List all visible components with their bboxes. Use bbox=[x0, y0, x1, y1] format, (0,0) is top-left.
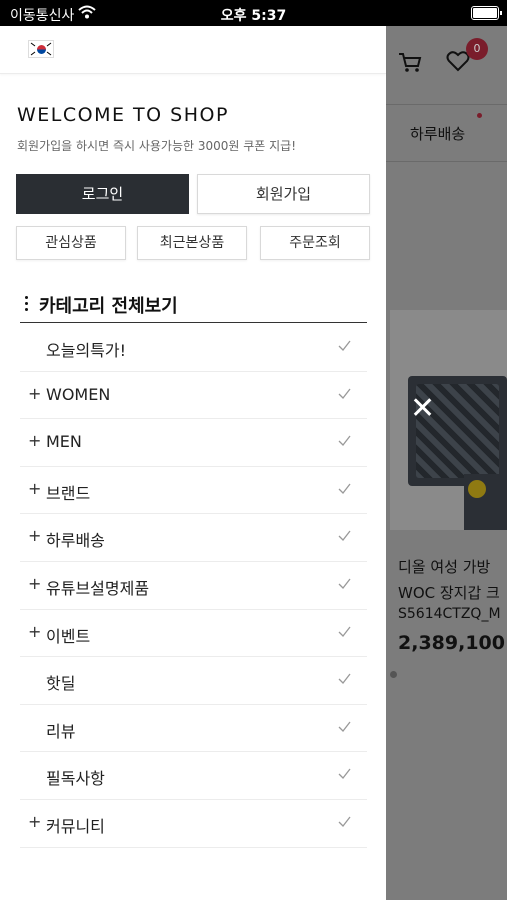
cart-icon bbox=[398, 52, 422, 78]
category-item[interactable]: + WOMEN bbox=[20, 372, 367, 420]
category-item[interactable]: 필독사항 bbox=[20, 752, 367, 800]
category-label: 핫딜 bbox=[46, 674, 76, 694]
check-icon bbox=[338, 768, 351, 780]
category-item[interactable]: + 하루배송 bbox=[20, 514, 367, 562]
welcome-title: WELCOME TO SHOP bbox=[17, 104, 229, 126]
check-icon bbox=[338, 578, 351, 589]
recently-viewed-button[interactable]: 최근본상품 bbox=[137, 226, 247, 260]
check-icon bbox=[338, 816, 351, 827]
category-item[interactable]: + 유튜브설명제품 bbox=[20, 562, 367, 610]
pager-dot bbox=[390, 671, 397, 678]
nav-item-daily-delivery: 하루배송 bbox=[410, 125, 466, 143]
expand-plus-icon: + bbox=[28, 383, 42, 403]
category-item[interactable]: 오늘의특가! bbox=[20, 324, 367, 372]
korea-flag-icon[interactable] bbox=[28, 40, 54, 58]
category-label: 유튜브설명제품 bbox=[46, 578, 150, 598]
cart-count-badge: 0 bbox=[466, 38, 488, 60]
category-item[interactable]: 핫딜 bbox=[20, 657, 367, 705]
category-list: 오늘의특가! + WOMEN + MEN + 브랜드 + 하루배송 + 유튜브설… bbox=[20, 324, 367, 848]
category-label: 리뷰 bbox=[46, 721, 76, 741]
category-label: 하루배송 bbox=[46, 531, 105, 551]
category-label: MEN bbox=[46, 432, 82, 452]
category-label: 이벤트 bbox=[46, 626, 91, 646]
new-dot bbox=[477, 113, 482, 118]
category-label: 브랜드 bbox=[46, 483, 91, 503]
check-icon bbox=[338, 530, 351, 542]
status-bar: 이동통신사 오후 5:37 bbox=[0, 0, 507, 26]
check-icon bbox=[338, 721, 351, 732]
expand-plus-icon: + bbox=[28, 811, 42, 831]
category-label: 커뮤니티 bbox=[46, 816, 105, 836]
check-icon bbox=[338, 673, 351, 685]
category-item[interactable]: 리뷰 bbox=[20, 705, 367, 753]
side-drawer: WELCOME TO SHOP 회원가입을 하시면 즉시 사용가능한 3000원… bbox=[0, 26, 386, 900]
background-page[interactable]: 0 하루배송 ✕ 디올 여성 가방 WOC 장지갑 크 S5614CTZQ_M … bbox=[386, 26, 507, 900]
category-item[interactable]: + 이벤트 bbox=[20, 610, 367, 658]
expand-plus-icon: + bbox=[28, 621, 42, 641]
expand-plus-icon: + bbox=[28, 431, 42, 451]
product-title-line1: 디올 여성 가방 bbox=[398, 558, 491, 576]
expand-plus-icon: + bbox=[28, 478, 42, 498]
category-label: 필독사항 bbox=[46, 769, 105, 789]
category-label: WOMEN bbox=[46, 384, 111, 404]
category-item[interactable]: + MEN bbox=[20, 419, 367, 467]
category-item[interactable]: + 커뮤니티 bbox=[20, 800, 367, 848]
category-item[interactable]: + 브랜드 bbox=[20, 467, 367, 515]
background-header: 0 bbox=[386, 26, 507, 104]
expand-plus-icon: + bbox=[28, 526, 42, 546]
check-icon bbox=[338, 388, 351, 399]
signup-button[interactable]: 회원가입 bbox=[197, 174, 370, 214]
category-title: 카테고리 전체보기 bbox=[39, 296, 178, 317]
category-label: 오늘의특가! bbox=[46, 341, 127, 360]
check-icon bbox=[338, 435, 351, 447]
product-image: ✕ bbox=[390, 310, 507, 530]
background-nav: 하루배송 bbox=[386, 104, 507, 162]
category-header: 카테고리 전체보기 bbox=[20, 292, 367, 323]
battery-icon bbox=[471, 6, 502, 20]
drawer-top-bar bbox=[0, 26, 386, 74]
check-icon bbox=[338, 340, 351, 351]
clock: 오후 5:37 bbox=[220, 8, 287, 24]
expand-plus-icon: + bbox=[28, 573, 42, 593]
check-icon bbox=[338, 626, 351, 637]
welcome-subtitle: 회원가입을 하시면 즉시 사용가능한 3000원 쿠폰 지급! bbox=[17, 139, 297, 153]
close-icon[interactable]: ✕ bbox=[410, 394, 435, 424]
check-icon bbox=[338, 483, 351, 494]
more-vertical-icon bbox=[25, 296, 28, 312]
product-code: S5614CTZQ_M bbox=[398, 606, 501, 622]
tag-shape bbox=[468, 480, 486, 498]
wishlist-button[interactable]: 관심상품 bbox=[16, 226, 126, 260]
product-title-line2: WOC 장지갑 크 bbox=[398, 584, 500, 602]
product-price: 2,389,100 bbox=[398, 632, 505, 654]
order-lookup-button[interactable]: 주문조회 bbox=[260, 226, 370, 260]
login-button[interactable]: 로그인 bbox=[16, 174, 189, 214]
